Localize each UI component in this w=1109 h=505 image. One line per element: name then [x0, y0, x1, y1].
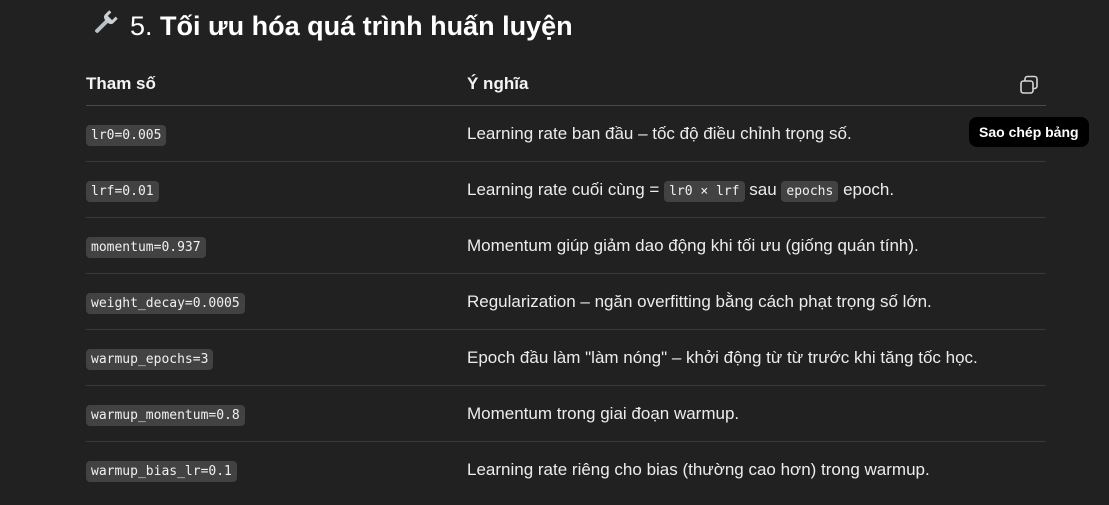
param-cell: momentum=0.937	[86, 217, 467, 274]
param-cell: warmup_bias_lr=0.1	[86, 442, 467, 498]
wrench-icon	[90, 8, 120, 47]
meaning-text: Learning rate cuối cùng =	[467, 179, 665, 199]
section-number: 5.	[130, 11, 153, 41]
param-code: lrf=0.01	[86, 180, 159, 202]
table-row: lr0=0.005 Learning rate ban đầu – tốc độ …	[86, 105, 1046, 162]
meaning-text: Momentum giúp giảm dao động khi tối ưu (…	[467, 235, 919, 255]
copy-table-button[interactable]	[1018, 74, 1040, 96]
param-code: lr0=0.005	[86, 124, 167, 146]
section-heading: 5. Tối ưu hóa quá trình huấn luyện	[90, 8, 573, 47]
header-meaning: Ý nghĩa	[467, 62, 1046, 106]
param-cell: weight_decay=0.0005	[86, 273, 467, 330]
param-cell: warmup_momentum=0.8	[86, 385, 467, 442]
table-row: momentum=0.937 Momentum giúp giảm dao độn…	[86, 217, 1046, 274]
param-code: weight_decay=0.0005	[86, 292, 245, 314]
meaning-text: Learning rate riêng cho bias (thường cao…	[467, 459, 930, 479]
param-cell: warmup_epochs=3	[86, 329, 467, 386]
meaning-text: Learning rate ban đầu – tốc độ điều chỉn…	[467, 123, 852, 143]
param-cell: lr0=0.005	[86, 105, 467, 162]
param-cell: lrf=0.01	[86, 161, 467, 218]
table-row: lrf=0.01 Learning rate cuối cùng = lr0 × …	[86, 161, 1046, 218]
meaning-cell: Learning rate cuối cùng = lr0 × lrf sau …	[467, 161, 1046, 218]
inline-code: epochs	[781, 180, 839, 202]
meaning-text: Regularization – ngăn overfitting bằng c…	[467, 291, 932, 311]
meaning-text: epoch.	[838, 179, 895, 199]
copy-tooltip: Sao chép bảng	[969, 117, 1089, 147]
table-header-row: Tham số Ý nghĩa	[86, 62, 1046, 106]
params-table: Tham số Ý nghĩa lr0=0.005 Learning rate b…	[86, 62, 1046, 497]
meaning-text: Momentum trong giai đoạn warmup.	[467, 403, 740, 423]
param-code: warmup_momentum=0.8	[86, 404, 245, 426]
param-code: warmup_epochs=3	[86, 348, 214, 370]
meaning-cell: Regularization – ngăn overfitting bằng c…	[467, 273, 1046, 330]
meaning-cell: Learning rate ban đầu – tốc độ điều chỉn…	[467, 105, 1046, 162]
meaning-text: sau	[744, 179, 782, 199]
header-param: Tham số	[86, 62, 467, 106]
meaning-cell: Momentum trong giai đoạn warmup.	[467, 385, 1046, 442]
table-row: warmup_momentum=0.8 Momentum trong giai đ…	[86, 385, 1046, 442]
inline-code: lr0 × lrf	[664, 180, 745, 202]
table-row: weight_decay=0.0005 Regularization – ngăn…	[86, 273, 1046, 330]
meaning-cell: Momentum giúp giảm dao động khi tối ưu (…	[467, 217, 1046, 274]
section-title: Tối ưu hóa quá trình huấn luyện	[160, 11, 573, 41]
param-code: momentum=0.937	[86, 236, 206, 258]
meaning-cell: Epoch đầu làm "làm nóng" – khởi động từ …	[467, 329, 1046, 386]
table-row: warmup_epochs=3 Epoch đầu làm "làm nóng" …	[86, 329, 1046, 386]
param-code: warmup_bias_lr=0.1	[86, 460, 237, 482]
table-row: warmup_bias_lr=0.1 Learning rate riêng ch…	[86, 442, 1046, 498]
copy-icon	[1020, 75, 1038, 94]
meaning-cell: Learning rate riêng cho bias (thường cao…	[467, 442, 1046, 498]
meaning-text: Epoch đầu làm "làm nóng" – khởi động từ …	[467, 347, 978, 367]
